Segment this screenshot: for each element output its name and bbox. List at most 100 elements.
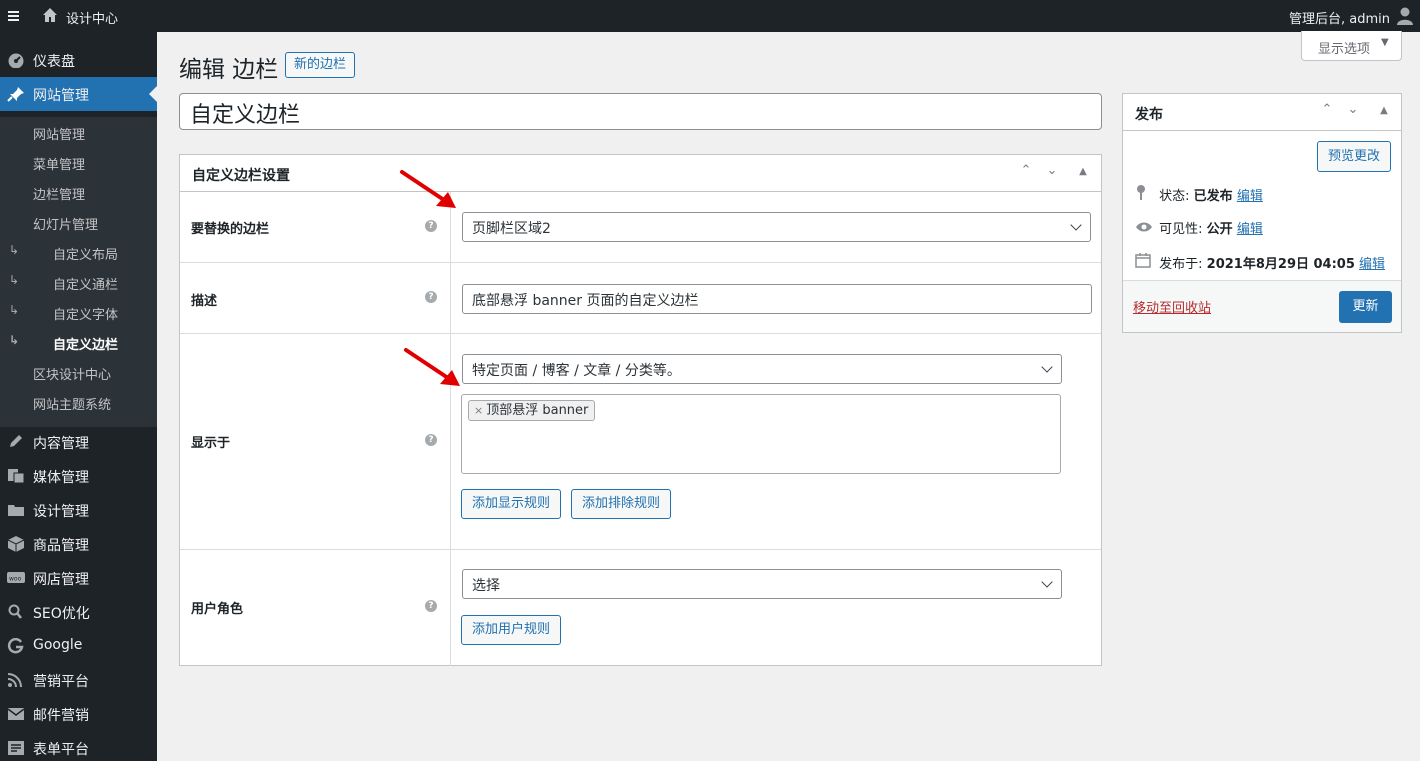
collapse-toggle-icon[interactable]: ▲ <box>1073 166 1093 177</box>
menu-site-management[interactable]: 网站管理 <box>0 77 157 111</box>
field-label: 描述 <box>191 294 218 309</box>
label-cell: 描述 ? <box>180 263 451 333</box>
submenu-item[interactable]: 网站主题系统 <box>0 387 157 417</box>
form-icon <box>8 741 24 755</box>
add-display-rule-button[interactable]: 添加显示规则 <box>461 489 561 519</box>
help-icon[interactable]: ? <box>425 291 437 303</box>
visibility-label: 可见性: <box>1159 222 1203 237</box>
submenu-item[interactable]: ↳ 自定义字体 <box>0 297 157 327</box>
submenu-item-current[interactable]: ↳ 自定义边栏 <box>0 327 157 357</box>
child-arrow-icon: ↳ <box>9 333 20 347</box>
woo-icon: woo <box>7 572 25 583</box>
svg-text:woo: woo <box>9 576 22 583</box>
submenu-item[interactable]: 区块设计中心 <box>0 357 157 387</box>
rss-icon <box>7 673 22 688</box>
caret-down-icon: ▼ <box>1381 37 1389 48</box>
chevron-down-icon <box>1041 361 1053 373</box>
field-label: 用户角色 <box>191 602 244 617</box>
menu-label: 媒体管理 <box>33 470 89 486</box>
menu-label: 邮件营销 <box>33 708 89 724</box>
menu-shop[interactable]: woo 网店管理 <box>0 561 157 595</box>
help-icon[interactable]: ? <box>425 220 437 232</box>
menu-email[interactable]: 邮件营销 <box>0 697 157 731</box>
screen-options-button[interactable]: 显示选项 ▼ <box>1301 31 1402 61</box>
edit-visibility-link[interactable]: 编辑 <box>1237 222 1263 237</box>
menu-seo[interactable]: SEO优化 <box>0 595 157 629</box>
submenu-label: 自定义布局 <box>53 248 119 263</box>
menu-label: SEO优化 <box>33 606 90 622</box>
mail-icon <box>7 708 25 720</box>
admin-bar: 设计中心 管理后台, admin <box>0 0 1420 32</box>
account-link[interactable]: 管理后台, admin <box>1289 8 1390 27</box>
published-date-line: 发布于: 2021年8月29日 04:05 编辑 <box>1135 252 1385 272</box>
move-to-trash-link[interactable]: 移动至回收站 <box>1133 297 1211 316</box>
move-up-icon[interactable]: ⌃ <box>1317 102 1337 117</box>
label-cell: 用户角色 ? <box>180 550 451 666</box>
move-down-icon[interactable]: ⌄ <box>1042 163 1062 178</box>
menu-media[interactable]: 媒体管理 <box>0 459 157 493</box>
user-role-select[interactable]: 选择 <box>462 569 1062 599</box>
menu-label: 营销平台 <box>33 674 89 690</box>
submenu-item[interactable]: 边栏管理 <box>0 177 157 207</box>
preview-changes-button[interactable]: 预览更改 <box>1317 141 1391 172</box>
menu-marketing[interactable]: 营销平台 <box>0 663 157 697</box>
collapse-toggle-icon[interactable]: ▲ <box>1374 105 1394 116</box>
postbox-header: 发布 ⌃ ⌄ ▲ <box>1123 94 1401 131</box>
menu-content[interactable]: 内容管理 <box>0 425 157 459</box>
remove-tag-icon[interactable]: × <box>474 404 483 417</box>
field-label: 要替换的边栏 <box>191 222 270 237</box>
post-title-input[interactable]: 自定义边栏 <box>179 93 1102 130</box>
user-icon[interactable] <box>1396 6 1414 26</box>
menu-label: 设计管理 <box>33 504 89 520</box>
menu-forms[interactable]: 表单平台 <box>0 731 157 761</box>
description-input[interactable]: 底部悬浮 banner 页面的自定义边栏 <box>462 284 1092 314</box>
menu-label: 网站管理 <box>33 88 89 104</box>
display-location-select[interactable]: 特定页面 / 博客 / 文章 / 分类等。 <box>462 354 1062 384</box>
google-icon <box>7 638 24 654</box>
submenu-item[interactable]: 幻灯片管理 <box>0 207 157 237</box>
menu-dashboard[interactable]: 仪表盘 <box>0 43 157 77</box>
edit-date-link[interactable]: 编辑 <box>1359 257 1385 272</box>
description-row: 描述 ? 底部悬浮 banner 页面的自定义边栏 <box>180 263 1101 334</box>
menu-label: 仪表盘 <box>33 54 75 70</box>
child-arrow-icon: ↳ <box>9 303 20 317</box>
move-down-icon[interactable]: ⌄ <box>1343 102 1363 117</box>
move-up-icon[interactable]: ⌃ <box>1016 163 1036 178</box>
menu-label: Google <box>33 637 83 653</box>
help-icon[interactable]: ? <box>425 600 437 612</box>
menu-toggle-icon[interactable] <box>8 8 20 24</box>
postbox-title: 自定义边栏设置 <box>192 168 290 184</box>
sidebar-settings-box: 自定义边栏设置 ⌃ ⌄ ▲ 要替换的边栏 ? 页脚栏区域2 描述 ? 底部悬浮 … <box>179 154 1102 666</box>
submenu-label: 网站管理 <box>33 128 86 143</box>
submenu-label: 菜单管理 <box>33 158 86 173</box>
menu-label: 内容管理 <box>33 436 89 452</box>
menu-design[interactable]: 设计管理 <box>0 493 157 527</box>
site-name-link[interactable]: 设计中心 <box>66 8 118 27</box>
folder-icon <box>8 505 24 516</box>
add-user-rule-button[interactable]: 添加用户规则 <box>461 615 561 645</box>
edit-status-link[interactable]: 编辑 <box>1237 189 1263 204</box>
submenu-item[interactable]: ↳ 自定义布局 <box>0 237 157 267</box>
eye-icon <box>1135 221 1155 237</box>
add-exclude-rule-button[interactable]: 添加排除规则 <box>571 489 671 519</box>
calendar-icon <box>1135 252 1155 272</box>
replace-sidebar-select[interactable]: 页脚栏区域2 <box>462 212 1091 242</box>
submenu-item[interactable]: 网站管理 <box>0 117 157 147</box>
add-new-sidebar-button[interactable]: 新的边栏 <box>285 52 355 78</box>
pin-icon <box>7 87 24 102</box>
postbox-title: 发布 <box>1135 107 1163 123</box>
display-on-row: 显示于 ? 特定页面 / 博客 / 文章 / 分类等。 × 顶部悬浮 banner… <box>180 334 1101 550</box>
home-icon[interactable] <box>42 7 58 23</box>
chevron-down-icon <box>1070 219 1082 231</box>
admin-sidebar: 仪表盘 网站管理 网站管理 菜单管理 边栏管理 幻灯片管理 ↳ 自定义布局 ↳ 自定… <box>0 32 157 761</box>
select-value: 页脚栏区域2 <box>472 221 551 237</box>
selected-tag[interactable]: × 顶部悬浮 banner <box>468 400 596 421</box>
update-button[interactable]: 更新 <box>1339 291 1392 323</box>
menu-products[interactable]: 商品管理 <box>0 527 157 561</box>
menu-google[interactable]: Google <box>0 629 157 663</box>
submenu-item[interactable]: 菜单管理 <box>0 147 157 177</box>
specific-pages-multiselect[interactable]: × 顶部悬浮 banner <box>461 394 1061 474</box>
submenu-item[interactable]: ↳ 自定义通栏 <box>0 267 157 297</box>
chevron-down-icon <box>1041 576 1053 588</box>
help-icon[interactable]: ? <box>425 434 437 446</box>
